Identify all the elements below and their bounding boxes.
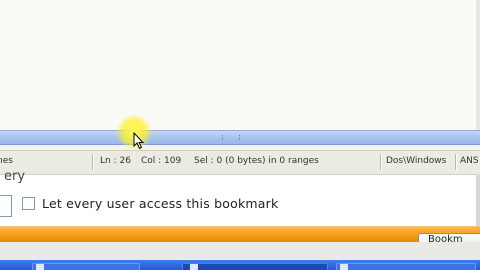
taskbar-app-icon [36,264,44,270]
screen: nes Ln : 26 Col : 109 Sel : 0 (0 bytes) … [0,0,480,270]
status-bar: nes Ln : 26 Col : 109 Sel : 0 (0 bytes) … [0,150,480,174]
status-encoding: ANS [460,156,479,166]
taskbar-button-active[interactable] [182,263,328,270]
taskbar-button[interactable] [336,263,476,270]
mouse-pointer-icon [133,132,145,150]
share-bookmark-checkbox[interactable] [22,197,35,210]
editor-vertical-scrollbar[interactable] [476,0,480,130]
status-separator [455,154,456,170]
taskbar-button[interactable] [32,263,140,270]
status-separator [92,154,93,170]
status-column: Col : 109 [141,156,182,166]
status-line: Ln : 26 [100,156,131,166]
status-separator [380,154,381,170]
editor-text-area[interactable] [0,0,480,130]
pane-splitter[interactable] [0,130,480,145]
form-partial-input[interactable] [0,195,12,217]
taskbar-app-icon [190,264,198,270]
taskbar-app-icon [340,264,348,270]
window-bottom-strip [0,242,480,260]
splitter-grip-icon [222,135,240,140]
status-partial-left: nes [0,156,13,166]
share-bookmark-label[interactable]: Let every user access this bookmark [42,196,278,211]
status-line-endings: Dos\Windows [386,156,447,166]
status-selection: Sel : 0 (0 bytes) in 0 ranges [194,156,319,166]
orange-toolbar [0,226,480,242]
panel-edge [476,174,480,226]
form-partial-label: ery [4,169,26,184]
